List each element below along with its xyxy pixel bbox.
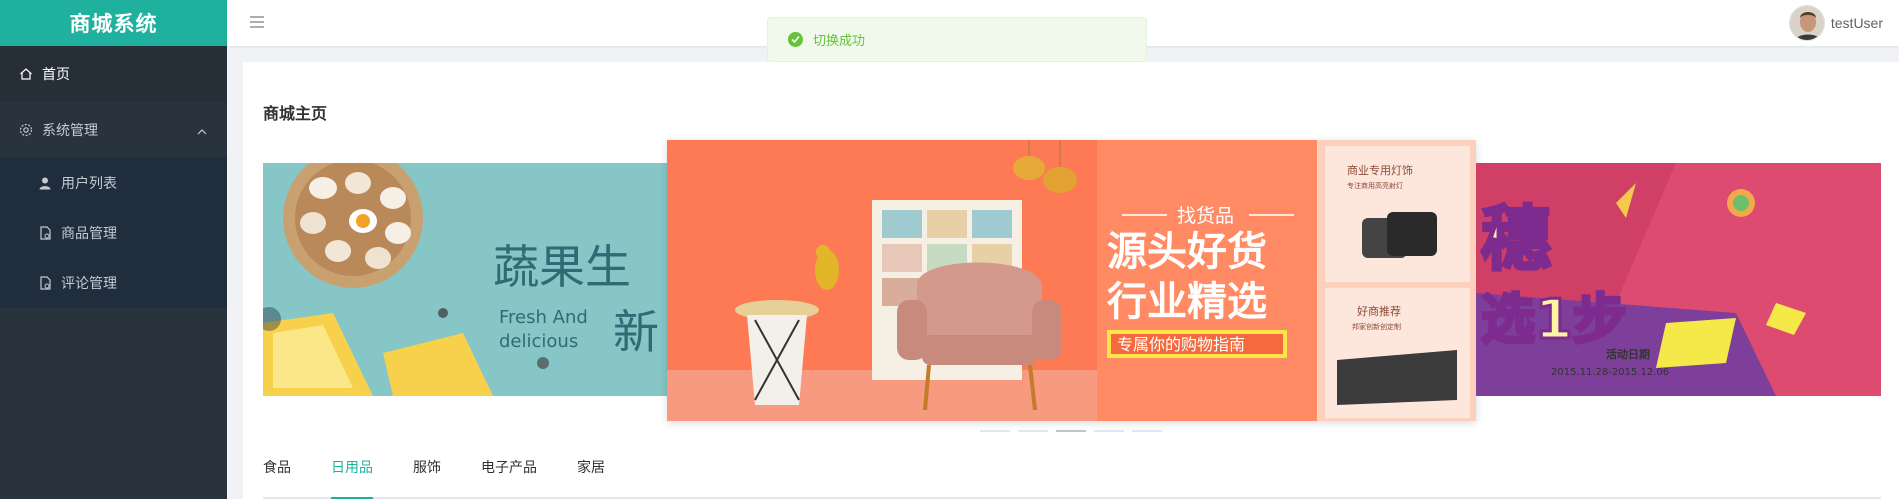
page-title: 商城主页	[263, 106, 328, 123]
document-icon	[37, 225, 53, 241]
furniture-banner-image: 找货品 源头好货 行业精选 专属你的购物指南 商业专用灯饰 专注商用高亮射灯 好…	[667, 140, 1476, 421]
svg-text:邦家创新创定制: 邦家创新创定制	[1352, 322, 1401, 331]
sidebar-menu: 首页 系统管理 用户列表 商品管理 评论管理	[0, 46, 227, 308]
carousel-slide-previous[interactable]: 蔬果生 Fresh And delicious 新	[263, 163, 683, 396]
svg-text:delicious: delicious	[499, 331, 578, 352]
sidebar-item-label: 商品管理	[61, 225, 117, 241]
carousel-dot[interactable]	[980, 430, 1010, 432]
user-menu[interactable]: testUser	[1788, 5, 1883, 41]
sidebar-item-label: 系统管理	[42, 122, 98, 138]
main-card: 商城主页 蔬果生 Fresh And delicious 新 找货品 源头好货 …	[243, 62, 1899, 499]
svg-text:蔬果生: 蔬果生	[493, 240, 631, 294]
sidebar-item-label: 首页	[42, 66, 70, 82]
svg-text:专注商用高亮射灯: 专注商用高亮射灯	[1347, 181, 1403, 190]
check-circle-icon	[788, 32, 803, 47]
svg-text:源头好货: 源头好货	[1107, 229, 1267, 275]
svg-text:选1步: 选1步	[1481, 288, 1627, 351]
category-tabs: 食品 日用品 服饰 电子产品 家居	[263, 457, 1881, 499]
tab-food[interactable]: 食品	[263, 457, 291, 497]
gear-icon	[18, 122, 34, 138]
carousel-dot[interactable]	[1132, 430, 1162, 432]
success-toast: 切换成功	[767, 17, 1147, 62]
svg-text:商业专用灯饰: 商业专用灯饰	[1347, 163, 1413, 177]
sidebar-item-users[interactable]: 用户列表	[0, 158, 227, 208]
svg-text:活动日期: 活动日期	[1606, 347, 1650, 361]
fruit-banner-image: 蔬果生 Fresh And delicious 新	[263, 163, 683, 396]
user-icon	[37, 175, 53, 191]
sidebar-item-comments[interactable]: 评论管理	[0, 258, 227, 308]
carousel-dot[interactable]	[1018, 430, 1048, 432]
document-icon	[37, 275, 53, 291]
svg-text:专属你的购物指南: 专属你的购物指南	[1117, 335, 1245, 354]
carousel-dot-active[interactable]	[1056, 430, 1086, 432]
home-icon	[18, 66, 34, 82]
system-submenu: 用户列表 商品管理 评论管理	[0, 158, 227, 308]
carousel-indicators	[980, 430, 1162, 432]
tab-clothing[interactable]: 服饰	[413, 457, 441, 497]
sidebar: 商城系统 首页 系统管理 用户列表 商品管理 评论管理	[0, 0, 227, 499]
toast-message: 切换成功	[813, 33, 866, 48]
svg-text:穗: 穗	[1481, 198, 1551, 280]
banner-kicker: 找货品	[1177, 205, 1234, 227]
svg-text:好商推荐: 好商推荐	[1357, 304, 1401, 318]
svg-text:新: 新	[613, 305, 659, 359]
svg-text:行业精选: 行业精选	[1107, 279, 1267, 325]
carousel-slide-next[interactable]: 穗 选1步 活动日期 2015.11.28-2015.12.06	[1476, 163, 1881, 396]
svg-text:Fresh And: Fresh And	[499, 307, 588, 328]
username: testUser	[1830, 15, 1883, 31]
avatar[interactable]	[1788, 5, 1825, 41]
menu-toggle-icon[interactable]	[249, 14, 265, 30]
sidebar-item-label: 用户列表	[61, 175, 117, 191]
svg-text:2015.11.28-2015.12.06: 2015.11.28-2015.12.06	[1551, 367, 1669, 378]
sidebar-item-products[interactable]: 商品管理	[0, 208, 227, 258]
tab-daily-goods[interactable]: 日用品	[331, 457, 373, 499]
sidebar-item-label: 评论管理	[61, 275, 117, 291]
sidebar-item-system[interactable]: 系统管理	[0, 102, 227, 158]
tab-electronics[interactable]: 电子产品	[481, 457, 537, 497]
sidebar-item-home[interactable]: 首页	[0, 46, 227, 102]
chevron-up-icon	[197, 122, 207, 138]
app-logo: 商城系统	[0, 0, 227, 46]
promo-banner-image: 穗 选1步 活动日期 2015.11.28-2015.12.06	[1476, 163, 1881, 396]
tab-home[interactable]: 家居	[577, 457, 605, 497]
carousel-slide-active[interactable]: 找货品 源头好货 行业精选 专属你的购物指南 商业专用灯饰 专注商用高亮射灯 好…	[667, 140, 1476, 421]
carousel-dot[interactable]	[1094, 430, 1124, 432]
